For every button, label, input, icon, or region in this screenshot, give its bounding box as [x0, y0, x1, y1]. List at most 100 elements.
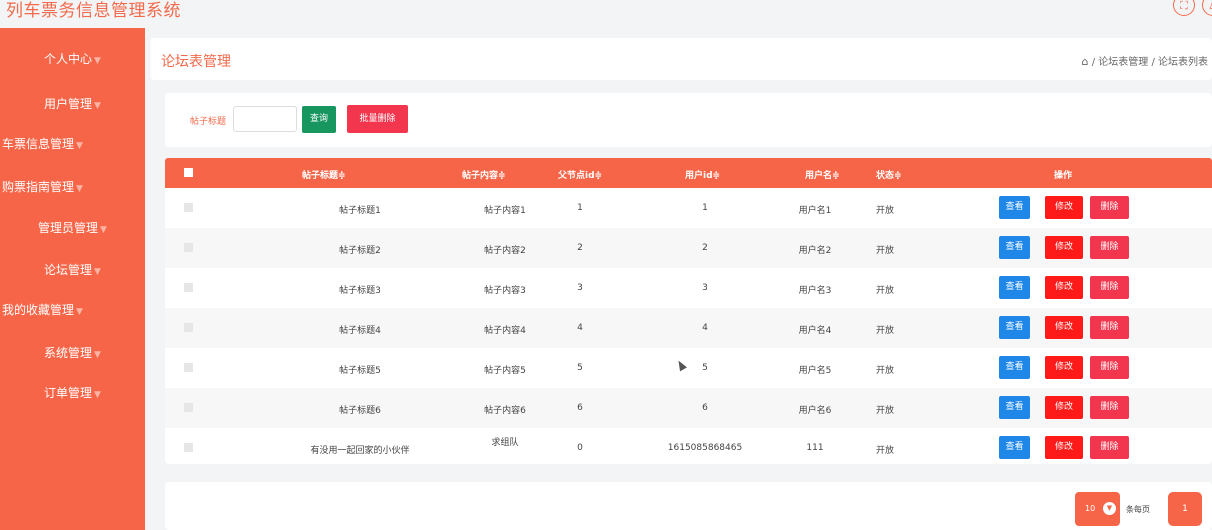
column-header-parent-id[interactable]: 父节点id≑	[558, 168, 602, 181]
row-checkbox[interactable]	[184, 363, 193, 372]
delete-button[interactable]: 删除	[1090, 236, 1129, 259]
sidebar-item-admin-management[interactable]: 管理员管理 ▼	[0, 219, 145, 236]
cell-title: 帖子标题6	[339, 406, 381, 416]
cell-username: 用户名6	[798, 406, 832, 416]
sidebar-item-label: 个人中心	[44, 52, 93, 66]
edit-button[interactable]: 修改	[1045, 396, 1083, 419]
delete-button[interactable]: 删除	[1090, 196, 1129, 219]
pagination: 10 ▼ 条每页 1	[165, 482, 1212, 530]
table-row: 帖子标题2 帖子内容2 2 2 用户名2 开放 查看 修改 删除	[165, 228, 1212, 268]
delete-button[interactable]: 删除	[1090, 436, 1129, 459]
breadcrumb-separator: /	[1091, 57, 1096, 68]
column-header-actions: 操作	[1054, 171, 1073, 181]
cell-user-id: 3	[702, 283, 708, 293]
row-checkbox[interactable]	[184, 323, 193, 332]
row-checkbox[interactable]	[184, 403, 193, 412]
edit-button[interactable]: 修改	[1045, 316, 1083, 339]
edit-button[interactable]: 修改	[1045, 436, 1083, 459]
sidebar-item-label: 车票信息管理	[2, 137, 75, 151]
chevron-down-icon: ▼	[1103, 502, 1116, 515]
chevron-down-icon: ▼	[100, 225, 107, 235]
cell-title: 帖子标题5	[339, 366, 381, 376]
page-number-button[interactable]: 1	[1168, 492, 1202, 526]
sidebar-item-order-management[interactable]: 订单管理 ▼	[0, 384, 145, 401]
user-icon[interactable]: ♙	[1202, 0, 1212, 16]
cell-parent-id: 4	[577, 323, 583, 333]
table-row: 有没用一起回家的小伙伴 求组队 0 1615085868465 111 开放 查看 修改 删除	[165, 428, 1212, 468]
breadcrumb-item: 论坛表列表	[1158, 57, 1208, 68]
cell-parent-id: 0	[577, 443, 583, 453]
sidebar-item-favorites[interactable]: 我的收藏管理 ▼	[2, 301, 147, 318]
table-row: 帖子标题6 帖子内容6 6 6 用户名6 开放 查看 修改 删除	[165, 388, 1212, 428]
column-header-title[interactable]: 帖子标题≑	[302, 168, 346, 181]
view-button[interactable]: 查看	[999, 276, 1030, 299]
chevron-down-icon: ▼	[94, 267, 101, 277]
row-checkbox[interactable]	[184, 243, 193, 252]
view-button[interactable]: 查看	[999, 396, 1030, 419]
sidebar-item-forum-management[interactable]: 论坛管理 ▼	[0, 261, 145, 278]
column-header-username[interactable]: 用户名≑	[805, 168, 840, 181]
edit-button[interactable]: 修改	[1045, 276, 1083, 299]
edit-button[interactable]: 修改	[1045, 236, 1083, 259]
cell-status: 开放	[875, 326, 894, 336]
sort-icon: ≑	[894, 171, 902, 181]
sidebar-item-ticket-info[interactable]: 车票信息管理 ▼	[2, 135, 147, 152]
view-button[interactable]: 查看	[999, 236, 1030, 259]
row-checkbox[interactable]	[184, 283, 193, 292]
fullscreen-icon[interactable]: ⛶	[1173, 0, 1195, 16]
chevron-down-icon: ▼	[76, 307, 83, 317]
breadcrumb-item[interactable]: 论坛表管理	[1098, 57, 1148, 68]
view-button[interactable]: 查看	[999, 356, 1030, 379]
cell-username: 用户名3	[798, 286, 832, 296]
cell-username: 用户名4	[798, 326, 832, 336]
sidebar: 个人中心 ▼ 用户管理 ▼ 车票信息管理 ▼ 购票指南管理 ▼ 管理员管理 ▼ 论坛管理 ▼…	[0, 28, 145, 530]
sidebar-item-personal-center[interactable]: 个人中心 ▼	[0, 50, 145, 67]
sidebar-item-system-management[interactable]: 系统管理 ▼	[0, 344, 145, 361]
sidebar-item-user-management[interactable]: 用户管理 ▼	[0, 95, 145, 112]
per-page-label: 条每页	[1126, 505, 1150, 514]
home-icon[interactable]: ⌂	[1082, 55, 1089, 68]
sidebar-item-purchase-guide[interactable]: 购票指南管理 ▼	[2, 178, 147, 195]
page-header: 论坛表管理 ⌂ / 论坛表管理 / 论坛表列表	[150, 38, 1212, 80]
query-button[interactable]: 查询	[302, 106, 336, 133]
chevron-down-icon: ▼	[94, 56, 101, 66]
column-header-user-id[interactable]: 用户id≑	[685, 168, 720, 181]
row-checkbox[interactable]	[184, 203, 193, 212]
column-header-status[interactable]: 状态≑	[876, 168, 902, 181]
cell-status: 开放	[875, 206, 894, 216]
edit-button[interactable]: 修改	[1045, 196, 1083, 219]
delete-button[interactable]: 删除	[1090, 316, 1129, 339]
cell-content: 求组队	[491, 438, 519, 448]
cell-username: 用户名2	[798, 246, 832, 256]
view-button[interactable]: 查看	[999, 196, 1030, 219]
batch-delete-button[interactable]: 批量删除	[347, 105, 408, 133]
breadcrumb: ⌂ / 论坛表管理 / 论坛表列表	[1082, 53, 1208, 68]
post-title-search-input[interactable]	[233, 106, 297, 132]
cell-title: 帖子标题1	[339, 206, 381, 216]
sort-icon: ≑	[498, 171, 506, 181]
cell-status: 开放	[875, 286, 894, 296]
cell-content: 帖子内容3	[484, 286, 526, 296]
delete-button[interactable]: 删除	[1090, 356, 1129, 379]
column-header-content[interactable]: 帖子内容≑	[462, 168, 506, 181]
chevron-down-icon: ▼	[76, 184, 83, 194]
cell-parent-id: 5	[577, 363, 583, 373]
view-button[interactable]: 查看	[999, 436, 1030, 459]
delete-button[interactable]: 删除	[1090, 396, 1129, 419]
sidebar-item-label: 购票指南管理	[2, 180, 75, 194]
page-size-select[interactable]: 10 ▼	[1075, 492, 1120, 526]
cell-user-id: 5	[702, 363, 708, 373]
top-bar: 列车票务信息管理系统 ⛶ ♙	[0, 0, 1212, 28]
delete-button[interactable]: 删除	[1090, 276, 1129, 299]
view-button[interactable]: 查看	[999, 316, 1030, 339]
sidebar-item-label: 我的收藏管理	[2, 303, 75, 317]
table-row: 帖子标题1 帖子内容1 1 1 用户名1 开放 查看 修改 删除	[165, 188, 1212, 228]
row-checkbox[interactable]	[184, 443, 193, 452]
chevron-down-icon: ▼	[76, 141, 83, 151]
table-row: 帖子标题5 帖子内容5 5 5 用户名5 开放 查看 修改 删除	[165, 348, 1212, 388]
cell-content: 帖子内容5	[484, 366, 526, 376]
select-all-checkbox[interactable]	[184, 168, 193, 177]
edit-button[interactable]: 修改	[1045, 356, 1083, 379]
cell-status: 开放	[875, 446, 894, 456]
column-header-label: 状态	[876, 171, 895, 181]
